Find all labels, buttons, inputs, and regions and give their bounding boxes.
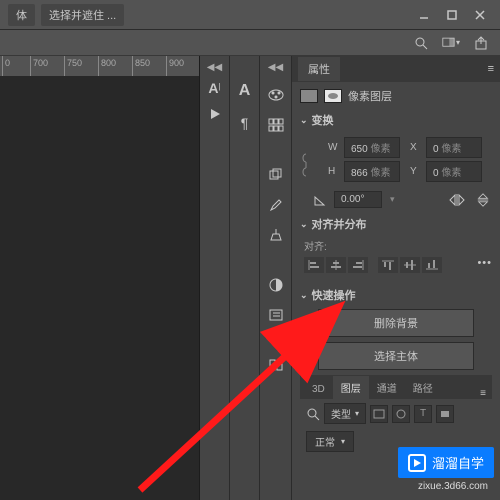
y-label: Y: [410, 166, 422, 177]
more-options-icon[interactable]: •••: [477, 257, 492, 273]
panel-menu-icon[interactable]: ≡: [488, 63, 494, 75]
play-logo-icon: [408, 454, 426, 472]
align-top-icon[interactable]: [378, 257, 398, 273]
link-wh-icon[interactable]: [300, 134, 312, 185]
quick-actions-header[interactable]: ⌄ 快速操作: [300, 287, 492, 303]
expand-panel-icon[interactable]: ◀◀: [268, 62, 283, 73]
expand-palette-icon[interactable]: ◀◀: [207, 62, 222, 73]
height-input[interactable]: 866 像素: [344, 161, 400, 182]
align-right-icon[interactable]: [348, 257, 368, 273]
align-to-label: 对齐:: [304, 238, 327, 253]
layers-panel-menu-icon[interactable]: ≡: [480, 388, 492, 399]
tab-channels[interactable]: 通道: [369, 376, 405, 399]
layer-type-label: 像素图层: [348, 88, 392, 104]
chevron-down-icon: ⌄: [300, 290, 308, 301]
watermark-brand: 溜溜自学: [432, 453, 484, 472]
flip-vertical-icon[interactable]: [474, 193, 492, 207]
remove-background-button[interactable]: 删除背景: [318, 309, 474, 337]
play-icon[interactable]: [204, 103, 226, 125]
ruler-tick: 750: [64, 56, 82, 76]
libraries-icon[interactable]: [264, 113, 288, 137]
select-and-mask-button[interactable]: 选择并遮住 ...: [41, 4, 124, 26]
canvas[interactable]: [0, 76, 199, 500]
ruler-tick: 850: [132, 56, 150, 76]
brush-icon[interactable]: [264, 193, 288, 217]
layer-filter-type-dropdown[interactable]: 类型▾: [324, 403, 366, 424]
horizontal-ruler: 0 700 750 800 850 900 950: [0, 56, 199, 76]
select-subject-button[interactable]: 选择主体: [318, 342, 474, 370]
x-label: X: [410, 142, 422, 153]
align-bottom-icon[interactable]: [422, 257, 442, 273]
layer-search-icon[interactable]: [306, 407, 320, 421]
x-input[interactable]: 0 像素: [426, 137, 482, 158]
tab-paths[interactable]: 路径: [405, 376, 441, 399]
header-left-label: 体: [8, 4, 35, 26]
layer-thumb-icon: [300, 89, 318, 103]
y-input[interactable]: 0 像素: [426, 161, 482, 182]
info-icon[interactable]: [264, 353, 288, 377]
canvas-area[interactable]: 0 700 750 800 850 900 950: [0, 56, 200, 500]
type-tool-icon[interactable]: A: [234, 80, 256, 102]
tab-3d[interactable]: 3D: [304, 380, 333, 399]
clone-icon[interactable]: [264, 223, 288, 247]
filter-pixel-icon[interactable]: [370, 405, 388, 423]
filter-type-icon[interactable]: T: [414, 405, 432, 423]
window-minimize-button[interactable]: [412, 6, 436, 24]
align-left-icon[interactable]: [304, 257, 324, 273]
paragraph-icon[interactable]: ¶: [234, 112, 256, 134]
filter-adjust-icon[interactable]: [392, 405, 410, 423]
mask-thumb-icon: [324, 89, 342, 103]
workspace-icon[interactable]: ▾: [442, 34, 460, 52]
tab-layers[interactable]: 图层: [333, 376, 369, 399]
width-label: W: [328, 142, 340, 153]
transform-section-header[interactable]: ⌄ 变换: [300, 112, 492, 128]
flip-horizontal-icon[interactable]: [448, 193, 466, 207]
chevron-down-icon: ⌄: [300, 115, 308, 126]
blend-mode-dropdown[interactable]: 正常▾: [306, 431, 354, 452]
share-icon[interactable]: [472, 34, 490, 52]
watermark-url: zixue.3d66.com: [418, 481, 488, 492]
ruler-tick: 900: [166, 56, 184, 76]
watermark-badge: 溜溜自学: [398, 447, 494, 478]
align-section-header[interactable]: ⌄ 对齐并分布: [300, 216, 492, 232]
tab-properties[interactable]: 属性: [298, 57, 340, 81]
swatches-icon[interactable]: [264, 83, 288, 107]
history-icon[interactable]: [264, 163, 288, 187]
character-panel-icon[interactable]: A|: [204, 77, 226, 99]
filter-shape-icon[interactable]: [436, 405, 454, 423]
ruler-tick: 700: [30, 56, 48, 76]
search-icon[interactable]: [412, 34, 430, 52]
align-hcenter-icon[interactable]: [326, 257, 346, 273]
align-vcenter-icon[interactable]: [400, 257, 420, 273]
window-close-button[interactable]: [468, 6, 492, 24]
angle-input[interactable]: 0.00°: [334, 191, 382, 208]
styles-icon[interactable]: [264, 303, 288, 327]
ruler-tick: 800: [98, 56, 116, 76]
angle-icon: [314, 194, 326, 206]
height-label: H: [328, 166, 340, 177]
width-input[interactable]: 650 像素: [344, 137, 400, 158]
adjustments-icon[interactable]: [264, 273, 288, 297]
window-maximize-button[interactable]: [440, 6, 464, 24]
chevron-down-icon: ⌄: [300, 219, 308, 230]
ruler-tick: 0: [2, 56, 10, 76]
